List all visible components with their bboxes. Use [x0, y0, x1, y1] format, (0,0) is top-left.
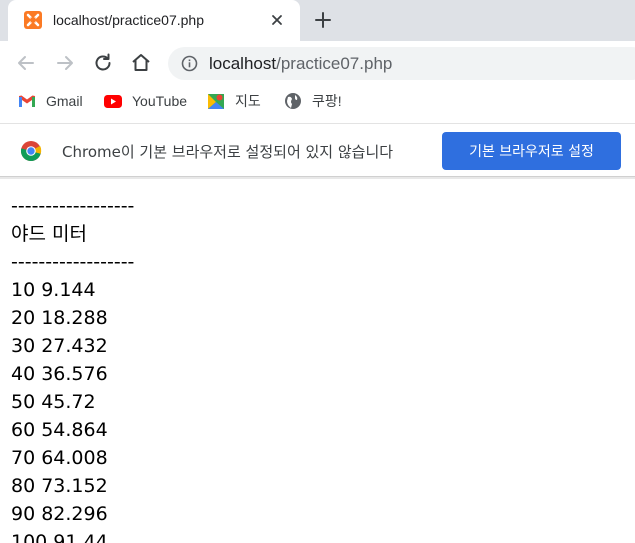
list-item: 40 36.576 — [11, 363, 108, 385]
globe-icon — [283, 91, 303, 111]
tab-strip: localhost/practice07.php — [0, 0, 635, 41]
list-item: 10 9.144 — [11, 279, 96, 301]
list-item: 70 64.008 — [11, 447, 108, 469]
address-bar[interactable]: localhost/practice07.php — [168, 47, 635, 80]
bookmark-maps[interactable]: 지도 — [206, 91, 261, 111]
table-header: 야드 미터 — [11, 223, 87, 245]
close-icon[interactable] — [269, 12, 285, 28]
url-path: /practice07.php — [276, 54, 393, 73]
bookmarks-bar: Gmail YouTube 지도 쿠팡! — [0, 86, 635, 117]
youtube-icon — [103, 91, 123, 111]
maps-icon — [206, 91, 226, 111]
xampp-icon — [24, 11, 42, 29]
list-item: 50 45.72 — [11, 391, 96, 413]
bookmark-gmail[interactable]: Gmail — [17, 91, 83, 111]
bookmark-label: YouTube — [132, 93, 188, 109]
list-item: 90 82.296 — [11, 503, 108, 525]
plus-icon[interactable] — [313, 10, 333, 30]
url-text: localhost/practice07.php — [209, 54, 392, 74]
bookmark-label: Gmail — [46, 93, 83, 109]
bookmark-youtube[interactable]: YouTube — [103, 91, 187, 111]
page-content: ------------------ 야드 미터 ---------------… — [11, 192, 631, 543]
divider-line-bottom: ------------------ — [11, 251, 135, 273]
browser-tab[interactable]: localhost/practice07.php — [8, 0, 300, 41]
list-item: 20 18.288 — [11, 307, 108, 329]
divider — [0, 177, 635, 179]
chrome-icon — [20, 140, 42, 162]
gmail-icon — [17, 91, 37, 111]
default-browser-infobar: Chrome이 기본 브라우저로 설정되어 있지 않습니다 기본 브라우저로 설… — [0, 123, 635, 177]
home-icon[interactable] — [129, 51, 153, 75]
set-default-browser-button[interactable]: 기본 브라우저로 설정 — [442, 132, 621, 170]
reload-icon[interactable] — [91, 51, 115, 75]
browser-toolbar: localhost/practice07.php — [0, 41, 635, 86]
list-item: 100 91.44 — [11, 531, 108, 543]
url-host: localhost — [209, 54, 277, 73]
arrow-right-icon[interactable] — [53, 51, 77, 75]
infobar-message: Chrome이 기본 브라우저로 설정되어 있지 않습니다 — [62, 143, 394, 161]
arrow-left-icon[interactable] — [14, 51, 38, 75]
list-item: 80 73.152 — [11, 475, 108, 497]
bookmark-label: 쿠팡! — [312, 93, 342, 109]
bookmark-coupang[interactable]: 쿠팡! — [283, 91, 342, 111]
list-item: 30 27.432 — [11, 335, 108, 357]
list-item: 60 54.864 — [11, 419, 108, 441]
bookmark-label: 지도 — [235, 93, 261, 109]
tab-title: localhost/practice07.php — [53, 12, 204, 28]
info-icon[interactable] — [181, 55, 198, 72]
divider-line-top: ------------------ — [11, 195, 135, 217]
